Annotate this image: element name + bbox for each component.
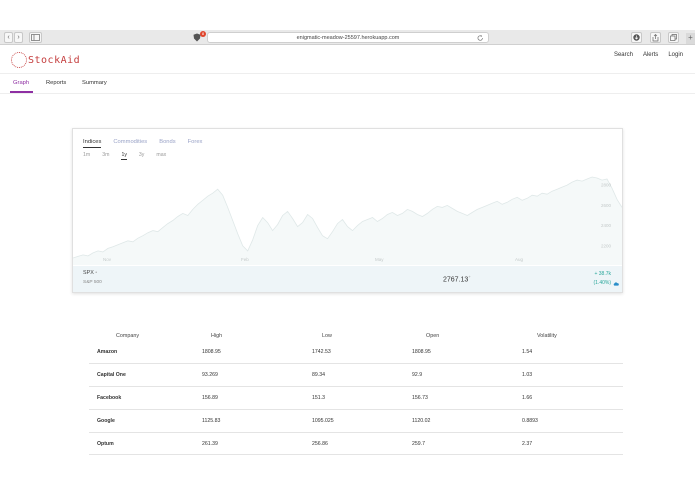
chart-card: Indices Commodities Bonds Forex 1m 3m 1y…: [72, 128, 623, 293]
share-icon: [652, 33, 659, 41]
open-cell: 156.73: [399, 386, 509, 410]
company-cell: Capital One: [89, 363, 184, 388]
low-cell: 1742.53: [294, 341, 399, 365]
range-tab-1y[interactable]: 1y: [121, 152, 127, 160]
symbol-ticker: SPX •: [83, 270, 98, 276]
tab-graph[interactable]: Graph: [13, 80, 29, 86]
header-low: Low: [322, 333, 332, 339]
open-cell: 1808.95: [399, 341, 509, 365]
high-cell: 261.39: [184, 432, 294, 456]
tabs-overview-button[interactable]: [668, 32, 679, 43]
company-cell: Facebook: [89, 386, 184, 410]
back-button[interactable]: ‹: [4, 32, 13, 43]
price-change: + 38.7k: [594, 271, 611, 277]
y-tick-label: 2600: [601, 203, 612, 208]
category-tab-commodities[interactable]: Commodities: [113, 139, 147, 148]
high-cell: 1808.95: [184, 341, 294, 365]
company-cell: Optum: [89, 432, 184, 456]
high-cell: 1125.83: [184, 409, 294, 433]
search-link[interactable]: Search: [614, 52, 633, 58]
page-tabs: Graph Reports Summary: [0, 74, 695, 94]
volatility-cell: 1.03: [509, 363, 623, 388]
reload-icon[interactable]: [477, 33, 484, 43]
last-price: 2767.13+: [443, 274, 471, 284]
symbol-marker: •: [95, 270, 98, 276]
price-marker: +: [468, 274, 471, 279]
cloud-icon: [613, 282, 619, 286]
low-cell: 89.34: [294, 363, 399, 388]
forward-button[interactable]: ›: [14, 32, 23, 43]
stocks-table: Company High Low Open Volatility Amazon …: [89, 331, 623, 456]
table-header-row: Company High Low Open Volatility: [89, 331, 623, 341]
company-cell: Google: [89, 409, 184, 433]
table-row[interactable]: Facebook 156.89 151.3 156.73 1.66: [89, 386, 623, 410]
open-cell: 259.7: [399, 432, 509, 456]
sidebar-toggle-button[interactable]: [29, 32, 42, 43]
url-text: enigmatic-meadow-25597.herokuapp.com: [296, 35, 400, 41]
table-row[interactable]: Capital One 93.269 89.34 92.9 1.03: [89, 363, 623, 388]
low-cell: 1095.025: [294, 409, 399, 433]
download-icon: [633, 34, 640, 41]
open-cell: 92.9: [399, 363, 509, 388]
app-logo[interactable]: StockAid: [11, 50, 80, 70]
sidebar-icon: [31, 34, 40, 41]
alerts-link[interactable]: Alerts: [643, 52, 658, 58]
table-row[interactable]: Amazon 1808.95 1742.53 1808.95 1.54: [89, 341, 623, 365]
logo-ring-icon: [11, 52, 27, 68]
volatility-cell: 1.66: [509, 386, 623, 410]
y-tick-label: 2400: [601, 223, 612, 228]
browser-toolbar: ‹ › 8 enigmatic-meadow-25597.herokuapp.c…: [0, 30, 695, 45]
active-tab-indicator: [10, 91, 33, 93]
category-tab-indices[interactable]: Indices: [83, 139, 102, 148]
quote-row[interactable]: SPX • S&P 500 2767.13+ + 38.7k (1.40%): [73, 266, 622, 292]
price-change-percent: (1.40%): [593, 280, 611, 286]
range-tab-3y[interactable]: 3y: [139, 152, 144, 160]
low-cell: 151.3: [294, 386, 399, 410]
symbol-name: S&P 500: [83, 280, 102, 285]
new-tab-button[interactable]: +: [686, 33, 695, 44]
share-button[interactable]: [650, 32, 661, 43]
price-area: [73, 177, 622, 265]
table-row[interactable]: Google 1125.83 1095.025 1120.02 0.8893: [89, 409, 623, 433]
volatility-cell: 2.37: [509, 432, 623, 456]
app-header: StockAid Search Alerts Login: [0, 45, 695, 74]
tabs-icon: [670, 34, 677, 41]
header-volatility: Volatility: [537, 333, 557, 339]
x-tick-label: Nov: [103, 257, 112, 262]
company-cell: Amazon: [89, 341, 184, 365]
header-high: High: [211, 333, 223, 339]
x-tick-label: May: [375, 257, 384, 262]
extension-badge: 8: [200, 31, 206, 37]
volatility-cell: 1.54: [509, 341, 623, 365]
category-tabs: Indices Commodities Bonds Forex: [83, 139, 214, 148]
y-tick-label: 2800: [601, 183, 612, 188]
range-tab-max[interactable]: max: [156, 152, 166, 160]
table-row[interactable]: Optum 261.39 256.86 259.7 2.37: [89, 432, 623, 456]
range-tab-3m[interactable]: 3m: [102, 152, 109, 160]
browser-chrome: ‹ › 8 enigmatic-meadow-25597.herokuapp.c…: [0, 0, 695, 45]
volatility-cell: 0.8893: [509, 409, 623, 433]
login-link[interactable]: Login: [668, 52, 683, 58]
downloads-button[interactable]: [631, 32, 642, 43]
header-company: Company: [116, 333, 140, 339]
top-links: Search Alerts Login: [614, 52, 683, 58]
x-tick-label: Aug: [515, 257, 524, 262]
low-cell: 256.86: [294, 432, 399, 456]
logo-text: StockAid: [28, 54, 81, 66]
high-cell: 93.269: [184, 363, 294, 388]
address-bar[interactable]: enigmatic-meadow-25597.herokuapp.com: [207, 32, 489, 43]
high-cell: 156.89: [184, 386, 294, 410]
range-tabs: 1m 3m 1y 3y max: [83, 152, 178, 160]
open-cell: 1120.02: [399, 409, 509, 433]
y-tick-label: 2200: [601, 243, 612, 248]
range-tab-1m[interactable]: 1m: [83, 152, 90, 160]
header-open: Open: [426, 333, 440, 339]
category-tab-bonds[interactable]: Bonds: [159, 139, 175, 148]
x-tick-label: Feb: [241, 257, 249, 262]
tab-summary[interactable]: Summary: [82, 80, 107, 86]
tab-reports[interactable]: Reports: [46, 80, 66, 86]
category-tab-forex[interactable]: Forex: [188, 139, 203, 148]
price-area-chart[interactable]: Nov Feb May Aug 2800 2600 2400 2200: [73, 169, 622, 265]
